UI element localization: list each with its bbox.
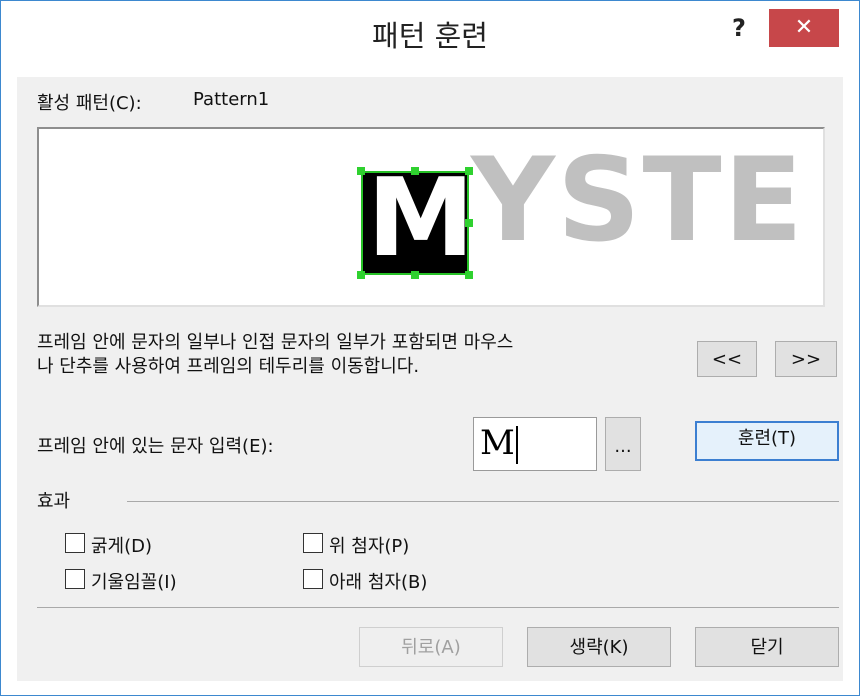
subscript-checkbox[interactable] — [303, 569, 323, 589]
italic-label[interactable]: 기울임꼴(I) — [91, 568, 177, 594]
following-text: YSTE — [471, 133, 805, 268]
text-caret — [515, 426, 518, 464]
italic-checkbox[interactable] — [65, 569, 85, 589]
character-input[interactable]: M — [473, 417, 597, 471]
title-bar: 패턴 훈련 ? ✕ — [1, 1, 859, 77]
active-pattern-label: 활성 패턴(C): — [37, 93, 142, 114]
superscript-label[interactable]: 위 첨자(P) — [329, 532, 409, 558]
next-button[interactable]: >> — [775, 341, 837, 377]
close-window-button[interactable]: ✕ — [769, 9, 839, 47]
frame-handle-bottom-right[interactable] — [465, 271, 473, 279]
pattern-training-dialog: 패턴 훈련 ? ✕ 활성 패턴(C): Pattern1 YSTE M 프레임 … — [0, 0, 860, 696]
train-button[interactable]: 훈련(T) — [695, 421, 839, 461]
selected-character: M — [367, 171, 469, 275]
frame-handle-top[interactable] — [411, 167, 419, 175]
frame-handle-bottom[interactable] — [411, 271, 419, 279]
footer-divider — [37, 607, 839, 608]
frame-handle-bottom-left[interactable] — [357, 271, 365, 279]
close-icon: ✕ — [794, 15, 814, 40]
close-button[interactable]: 닫기 — [695, 627, 839, 667]
effects-label: 효과 — [37, 491, 71, 512]
pattern-preview-area[interactable]: YSTE M — [37, 127, 825, 307]
bold-checkbox[interactable] — [65, 533, 85, 553]
instructions-text: 프레임 안에 문자의 일부나 인접 문자의 일부가 포함되면 마우스 나 단추를… — [37, 332, 514, 377]
frame-handle-top-left[interactable] — [357, 167, 365, 175]
subscript-label[interactable]: 아래 첨자(B) — [329, 568, 427, 594]
skip-button[interactable]: 생략(K) — [527, 627, 671, 667]
back-button[interactable]: 뒤로(A) — [359, 627, 503, 667]
char-input-label: 프레임 안에 있는 문자 입력(E): — [37, 436, 274, 457]
bold-label[interactable]: 굵게(D) — [91, 532, 152, 558]
frame-handle-top-right[interactable] — [465, 167, 473, 175]
help-button[interactable]: ? — [719, 9, 759, 47]
dialog-body: 활성 패턴(C): Pattern1 YSTE M 프레임 안에 문자의 일부나… — [17, 77, 843, 681]
frame-handle-right[interactable] — [465, 219, 473, 227]
browse-button[interactable]: ... — [605, 417, 641, 471]
previous-button[interactable]: << — [697, 341, 757, 377]
superscript-checkbox[interactable] — [303, 533, 323, 553]
character-frame[interactable]: M — [361, 171, 469, 275]
effects-divider — [127, 501, 839, 502]
character-input-value: M — [480, 423, 515, 463]
active-pattern-value: Pattern1 — [193, 89, 270, 110]
